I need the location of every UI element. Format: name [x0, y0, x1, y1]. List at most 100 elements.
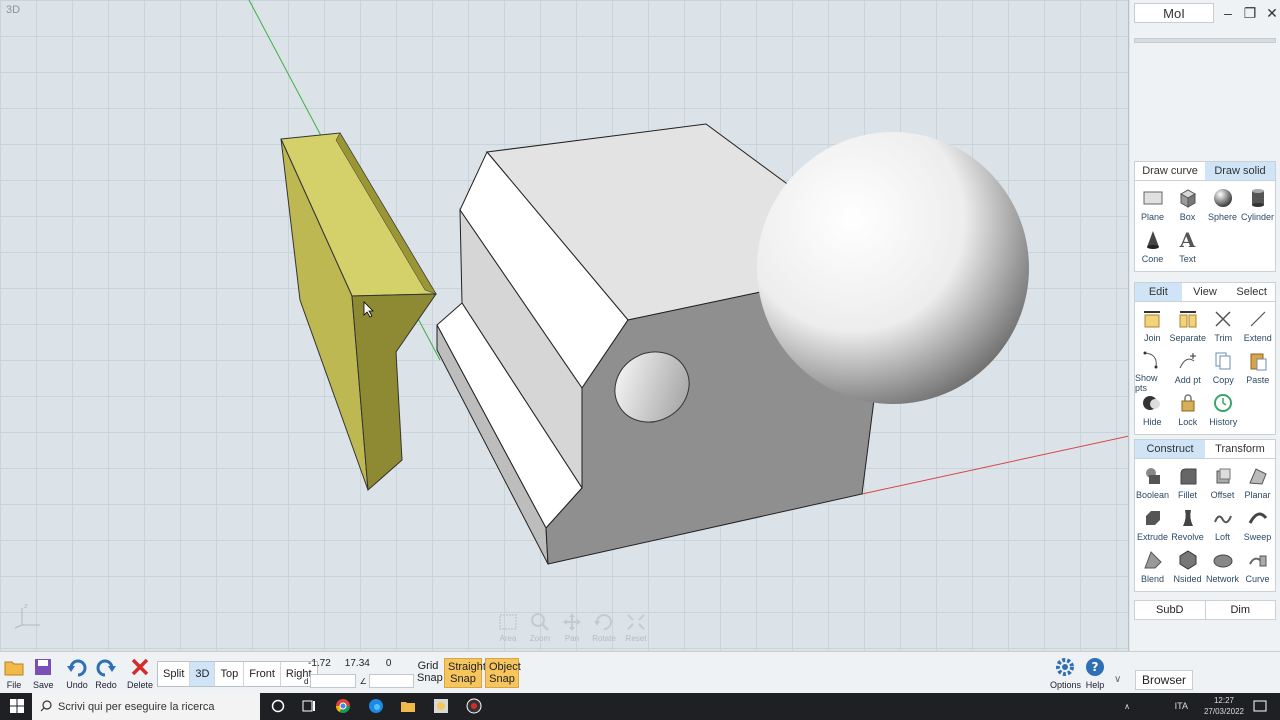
- trim-tool[interactable]: Trim: [1206, 306, 1240, 348]
- paste-tool[interactable]: Paste: [1241, 348, 1275, 390]
- history-tool[interactable]: History: [1206, 390, 1240, 432]
- sphere-tool[interactable]: Sphere: [1205, 185, 1240, 227]
- copy-tool[interactable]: Copy: [1206, 348, 1240, 390]
- add-pt-tool[interactable]: Add pt: [1169, 348, 1206, 390]
- chevron-down-icon[interactable]: ∨: [1114, 674, 1121, 685]
- straight-snap-toggle[interactable]: Straight Snap: [444, 658, 486, 688]
- tray-clock[interactable]: 12:27 27/03/2022: [1204, 695, 1244, 717]
- delete-icon: [131, 658, 149, 676]
- coordinate-readout: -1.72 17.34 0 d ∠: [304, 658, 414, 688]
- tab-dim[interactable]: Dim: [1206, 601, 1276, 619]
- search-placeholder: Scrivi qui per eseguire la ricerca: [58, 700, 215, 713]
- undo-icon: [67, 659, 87, 677]
- area-tool[interactable]: Area: [494, 612, 522, 643]
- sweep-label: Sweep: [1243, 532, 1272, 542]
- tray-arrow-icon[interactable]: ∧: [1124, 701, 1130, 712]
- loft-tool[interactable]: Loft: [1205, 505, 1240, 547]
- save-button[interactable]: Save: [33, 656, 54, 690]
- trim-icon: [1212, 308, 1234, 330]
- extend-tool[interactable]: Extend: [1241, 306, 1275, 348]
- hide-label: Hide: [1142, 417, 1162, 427]
- planar-tool[interactable]: Planar: [1240, 463, 1275, 505]
- delete-button[interactable]: Delete: [127, 656, 153, 690]
- file-explorer-icon[interactable]: [400, 698, 416, 714]
- reset-tool[interactable]: Reset: [622, 612, 650, 643]
- show-pts-tool[interactable]: Show pts: [1135, 348, 1169, 393]
- task-view-icon[interactable]: [301, 698, 317, 714]
- plane-tool[interactable]: Plane: [1135, 185, 1170, 227]
- recorder-icon[interactable]: [466, 698, 482, 714]
- taskbar-search[interactable]: Scrivi qui per eseguire la ricerca: [32, 693, 260, 720]
- viewport-3d[interactable]: 3D z Area Zoom Pan Rotate Reset: [0, 0, 1129, 651]
- angle-input[interactable]: [368, 674, 414, 688]
- moi-app-icon[interactable]: [433, 698, 449, 714]
- undo-button[interactable]: Undo: [66, 656, 88, 690]
- cone-label: Cone: [1141, 254, 1164, 264]
- separate-tool[interactable]: Separate: [1169, 306, 1206, 348]
- offset-tool[interactable]: Offset: [1205, 463, 1240, 505]
- curve-tool[interactable]: Curve: [1240, 547, 1275, 589]
- options-button[interactable]: Options: [1050, 656, 1081, 690]
- pan-tool[interactable]: Pan: [558, 612, 586, 643]
- view-top-button[interactable]: Top: [215, 662, 245, 686]
- zoom-tool[interactable]: Zoom: [526, 612, 554, 643]
- cone-tool[interactable]: Cone: [1135, 227, 1170, 269]
- tab-subd[interactable]: SubD: [1135, 601, 1206, 619]
- tab-draw-curve[interactable]: Draw curve: [1135, 162, 1205, 180]
- file-button[interactable]: File: [4, 656, 24, 690]
- view-3d-button[interactable]: 3D: [190, 662, 216, 686]
- tab-draw-solid[interactable]: Draw solid: [1205, 162, 1275, 180]
- text-tool[interactable]: A Text: [1170, 227, 1205, 269]
- window-controls: – ❐ ✕: [1220, 4, 1280, 22]
- browser-button[interactable]: Browser: [1135, 670, 1193, 690]
- svg-text:?: ?: [1092, 660, 1099, 674]
- redo-button[interactable]: Redo: [95, 656, 117, 690]
- distance-label: d: [304, 676, 309, 686]
- yellow-bracket-solid[interactable]: [280, 132, 437, 492]
- edge-icon[interactable]: [368, 698, 384, 714]
- grid-snap-toggle[interactable]: Grid Snap: [414, 658, 443, 688]
- nsided-tool[interactable]: Nsided: [1170, 547, 1205, 589]
- boolean-tool[interactable]: Boolean: [1135, 463, 1170, 505]
- box-tool[interactable]: Box: [1170, 185, 1205, 227]
- curve-label: Curve: [1245, 574, 1270, 584]
- notification-icon[interactable]: [1252, 698, 1268, 714]
- tab-construct[interactable]: Construct: [1135, 440, 1205, 458]
- windows-start-icon[interactable]: [9, 698, 25, 714]
- loft-label: Loft: [1214, 532, 1230, 542]
- join-tool[interactable]: Join: [1135, 306, 1169, 348]
- rotate-tool[interactable]: Rotate: [590, 612, 618, 643]
- app-menu-button[interactable]: MoI: [1134, 3, 1214, 23]
- tab-select[interactable]: Select: [1228, 283, 1275, 301]
- maximize-icon[interactable]: ❐: [1242, 4, 1258, 22]
- lock-tool[interactable]: Lock: [1169, 390, 1206, 432]
- os-taskbar: Scrivi qui per eseguire la ricerca ∧ ITA…: [0, 693, 1280, 720]
- scene-canvas[interactable]: [0, 0, 1129, 651]
- extrude-tool[interactable]: Extrude: [1135, 505, 1170, 547]
- object-snap-toggle[interactable]: Object Snap: [485, 658, 521, 688]
- area-label: Area: [499, 634, 517, 643]
- network-label: Network: [1205, 574, 1239, 584]
- blend-tool[interactable]: Blend: [1135, 547, 1170, 589]
- chrome-icon[interactable]: [335, 698, 351, 714]
- hide-tool[interactable]: Hide: [1135, 390, 1169, 432]
- sphere-solid[interactable]: [757, 132, 1029, 404]
- cylinder-tool[interactable]: Cylinder: [1240, 185, 1275, 227]
- fillet-tool[interactable]: Fillet: [1170, 463, 1205, 505]
- view-front-button[interactable]: Front: [244, 662, 281, 686]
- close-icon[interactable]: ✕: [1264, 4, 1280, 22]
- view-split-button[interactable]: Split: [158, 662, 191, 686]
- distance-input[interactable]: [310, 674, 356, 688]
- cortana-icon[interactable]: [270, 698, 286, 714]
- revolve-tool[interactable]: Revolve: [1170, 505, 1205, 547]
- tab-view[interactable]: View: [1182, 283, 1229, 301]
- tray-language[interactable]: ITA: [1175, 701, 1188, 712]
- copy-icon: [1212, 350, 1234, 372]
- sweep-tool[interactable]: Sweep: [1240, 505, 1275, 547]
- network-tool[interactable]: Network: [1205, 547, 1240, 589]
- minimize-icon[interactable]: –: [1220, 4, 1236, 22]
- help-button[interactable]: ? Help: [1084, 656, 1106, 690]
- tab-edit[interactable]: Edit: [1135, 283, 1182, 301]
- viewport-label: 3D: [6, 4, 21, 16]
- tab-transform[interactable]: Transform: [1205, 440, 1275, 458]
